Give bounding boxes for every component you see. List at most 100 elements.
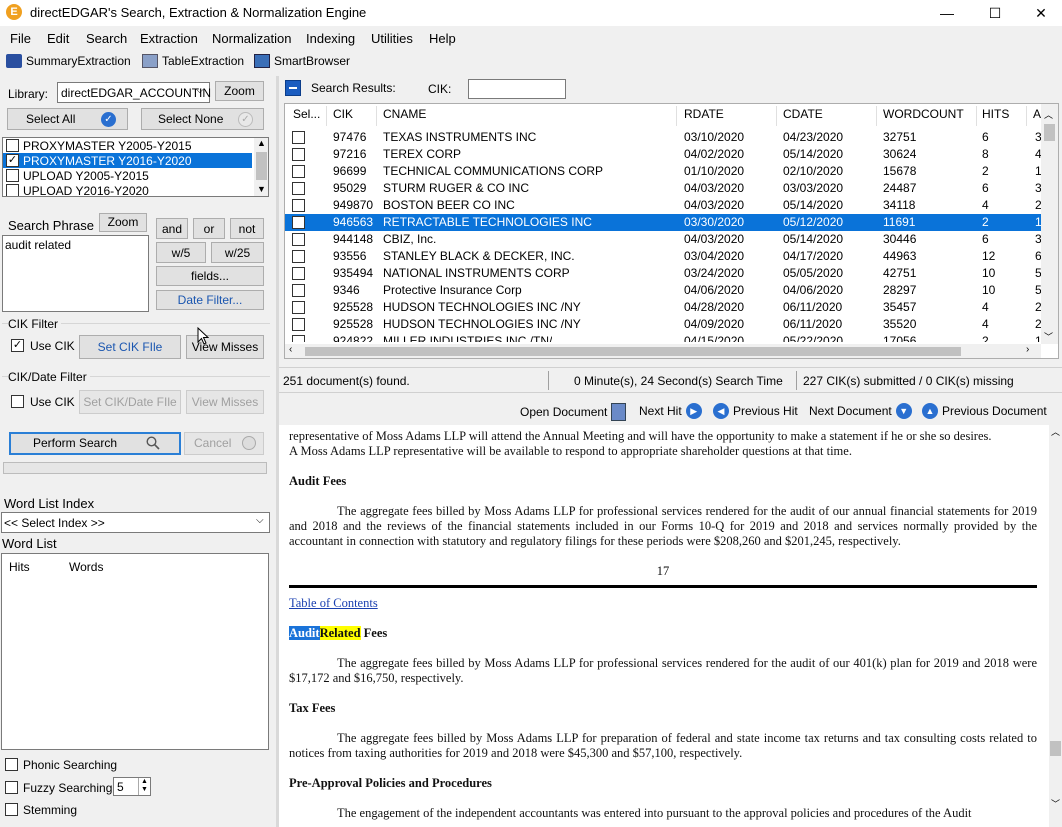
scroll-thumb[interactable] [1044, 124, 1055, 141]
table-row[interactable]: 924822 MILLER INDUSTRIES INC /TN/04/15/20… [285, 333, 1041, 342]
table-row[interactable]: 935494 NATIONAL INSTRUMENTS CORP 03/24/202… [285, 265, 1041, 282]
col-header-rdate[interactable]: RDATE [684, 107, 724, 121]
within-25-button[interactable]: w/25 [211, 242, 264, 263]
row-select-checkbox[interactable] [292, 165, 305, 178]
table-row[interactable]: 925528 HUDSON TECHNOLOGIES INC /NY 04/28/2… [285, 299, 1041, 316]
col-header-cname[interactable]: CNAME [383, 107, 426, 121]
col-header-sel[interactable]: Sel... [293, 107, 320, 121]
scroll-up-icon[interactable]: ︿ [1044, 108, 1053, 121]
col-header-cdate[interactable]: CDATE [783, 107, 823, 121]
previous-hit-button[interactable]: ◀ Previous Hit [713, 403, 798, 419]
library-checkbox[interactable] [6, 169, 19, 182]
scroll-up-icon[interactable]: ︿ [1051, 425, 1060, 438]
set-cik-date-file-button[interactable]: Set CIK/Date FIle [79, 390, 181, 414]
library-checkbox[interactable] [6, 139, 19, 152]
next-hit-button[interactable]: Next Hit ▶ [639, 403, 702, 419]
table-row[interactable]: 95029 STURM RUGER & CO INC 04/03/2020 03/03… [285, 180, 1041, 197]
select-none-button[interactable]: Select None ✓ [141, 108, 264, 130]
fuzzy-level-stepper[interactable]: 5 ▲ ▼ [113, 777, 151, 796]
scroll-down-icon[interactable]: ﹀ [1044, 330, 1053, 343]
scroll-down-icon[interactable]: ▼ [257, 184, 266, 194]
table-row[interactable]: 96699 TECHNICAL COMMUNICATIONS CORP 01/10/… [285, 163, 1041, 180]
stepper-down-icon[interactable]: ▼ [138, 786, 150, 795]
open-document-button[interactable]: Open Document [520, 403, 627, 421]
row-select-checkbox[interactable] [292, 301, 305, 314]
library-zoom-button[interactable]: Zoom [215, 81, 264, 101]
library-checkbox-checked[interactable]: ✓ [6, 154, 19, 167]
scroll-thumb[interactable] [256, 152, 267, 180]
document-scrollbar[interactable]: ︿ ﹀ [1049, 425, 1062, 827]
col-header-cik[interactable]: CIK [333, 107, 353, 121]
phonic-searching-checkbox[interactable] [5, 758, 18, 771]
fields-button[interactable]: fields... [156, 266, 264, 286]
table-row[interactable]: 97216 TEREX CORP 04/02/2020 05/14/2020 30624… [285, 146, 1041, 163]
menu-search[interactable]: Search [86, 31, 127, 46]
word-list-index-select[interactable]: << Select Index >> ⌵ [1, 512, 270, 533]
search-phrase-zoom-button[interactable]: Zoom [99, 213, 147, 232]
table-row-selected[interactable]: 946563 RETRACTABLE TECHNOLOGIES INC 03/30/… [285, 214, 1041, 231]
row-select-checkbox[interactable] [292, 284, 305, 297]
maximize-button[interactable]: ☐ [972, 0, 1018, 26]
row-select-checkbox[interactable] [292, 131, 305, 144]
menu-normalization[interactable]: Normalization [212, 31, 291, 46]
word-list-col-hits[interactable]: Hits [9, 560, 30, 574]
row-select-checkbox[interactable] [292, 267, 305, 280]
table-row[interactable]: 925528 HUDSON TECHNOLOGIES INC /NY 04/09/2… [285, 316, 1041, 333]
col-header-hits[interactable]: HITS [982, 107, 1009, 121]
document-viewer[interactable]: representative of Moss Adams LLP will at… [279, 425, 1049, 827]
next-document-button[interactable]: Next Document ▼ [809, 403, 912, 419]
row-select-checkbox[interactable] [292, 199, 305, 212]
table-of-contents-link[interactable]: Table of Contents [289, 596, 378, 611]
collapse-results-button[interactable] [285, 80, 301, 96]
table-row[interactable]: 949870 BOSTON BEER CO INC 04/03/2020 05/14/… [285, 197, 1041, 214]
menu-indexing[interactable]: Indexing [306, 31, 355, 46]
table-extraction-button[interactable]: TableExtraction [142, 54, 244, 68]
cancel-button[interactable]: Cancel [184, 432, 264, 455]
library-select[interactable]: directEDGAR_ACCOUNTIN ⌵ [57, 82, 211, 103]
scroll-thumb[interactable] [1050, 741, 1061, 756]
within-5-button[interactable]: w/5 [156, 242, 206, 263]
col-header-a[interactable]: A [1033, 107, 1041, 121]
table-row[interactable]: 93556 STANLEY BLACK & DECKER, INC. 03/04/2… [285, 248, 1041, 265]
library-scrollbar[interactable]: ▲ ▼ [254, 138, 268, 196]
cik-search-input[interactable] [468, 79, 566, 99]
row-select-checkbox[interactable] [292, 182, 305, 195]
smart-browser-button[interactable]: SmartBrowser [254, 54, 350, 68]
table-row[interactable]: 944148 CBIZ, Inc. 04/03/2020 05/14/2020 3044… [285, 231, 1041, 248]
use-cik-date-checkbox[interactable] [11, 395, 24, 408]
row-select-checkbox[interactable] [292, 318, 305, 331]
menu-edit[interactable]: Edit [47, 31, 69, 46]
scroll-right-icon[interactable]: › [1026, 344, 1029, 355]
menu-utilities[interactable]: Utilities [371, 31, 413, 46]
row-select-checkbox[interactable] [292, 335, 305, 342]
fuzzy-searching-checkbox[interactable] [5, 781, 18, 794]
scroll-thumb[interactable] [305, 347, 961, 356]
word-list-col-words[interactable]: Words [69, 560, 103, 574]
and-button[interactable]: and [156, 218, 188, 239]
use-cik-checkbox[interactable]: ✓ [11, 339, 24, 352]
menu-help[interactable]: Help [429, 31, 456, 46]
perform-search-button[interactable]: Perform Search [9, 432, 181, 455]
list-item[interactable]: PROXYMASTER Y2005-Y2015 [3, 138, 254, 153]
scroll-down-icon[interactable]: ﹀ [1051, 797, 1060, 810]
list-item[interactable]: UPLOAD Y2016-Y2020 [3, 183, 254, 196]
not-button[interactable]: not [230, 218, 264, 239]
summary-extraction-button[interactable]: SummaryExtraction [6, 54, 131, 68]
scroll-left-icon[interactable]: ‹ [289, 344, 292, 355]
row-select-checkbox[interactable] [292, 148, 305, 161]
previous-document-button[interactable]: ▲ Previous Document [922, 403, 1047, 419]
menu-file[interactable]: File [10, 31, 31, 46]
close-button[interactable]: ✕ [1018, 0, 1062, 26]
date-filter-button[interactable]: Date Filter... [156, 290, 264, 310]
select-all-button[interactable]: Select All ✓ [7, 108, 128, 130]
grid-vertical-scrollbar[interactable]: ︿ ﹀ [1041, 104, 1058, 344]
row-select-checkbox[interactable] [292, 233, 305, 246]
row-select-checkbox[interactable] [292, 250, 305, 263]
grid-horizontal-scrollbar[interactable]: ‹ › [285, 344, 1041, 358]
list-item[interactable]: UPLOAD Y2005-Y2015 [3, 168, 254, 183]
stemming-checkbox[interactable] [5, 803, 18, 816]
table-row[interactable]: 9346 Protective Insurance Corp 04/06/2020 0… [285, 282, 1041, 299]
set-cik-file-button[interactable]: Set CIK FIle [79, 335, 181, 359]
scroll-up-icon[interactable]: ▲ [257, 138, 266, 148]
search-phrase-input[interactable]: audit related [2, 235, 149, 312]
